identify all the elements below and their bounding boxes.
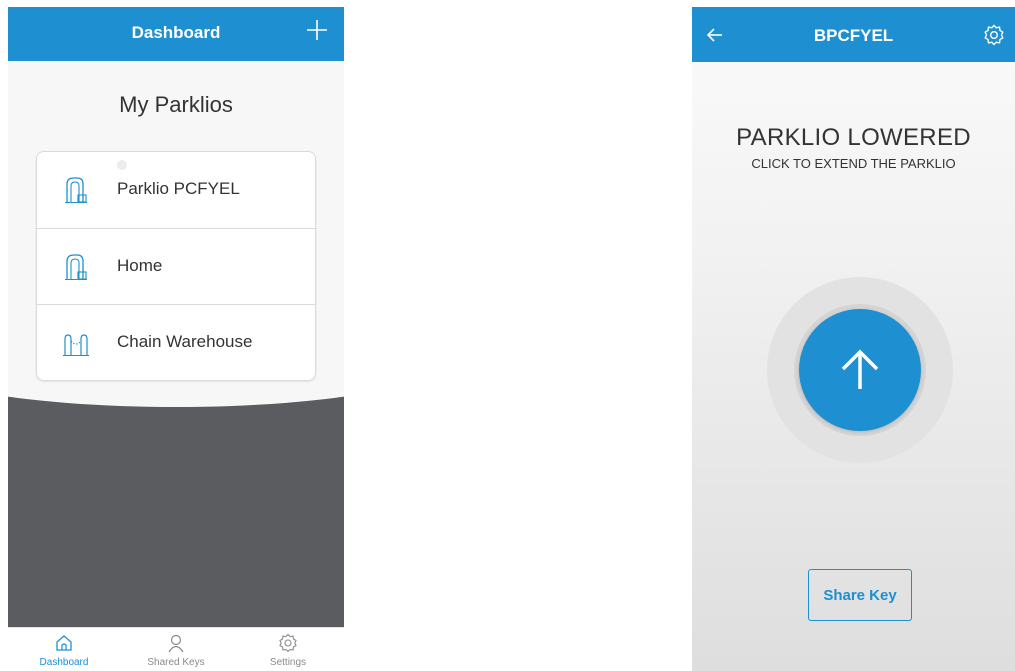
plus-icon[interactable]: [304, 17, 330, 43]
extend-parklio-button[interactable]: [799, 309, 921, 431]
header-title: BPCFYEL: [813, 26, 894, 45]
nav-label: Settings: [269, 657, 307, 668]
status-title: PARKLIO LOWERED: [736, 124, 971, 151]
background-panel: [8, 377, 344, 627]
status-subtitle: CLICK TO EXTEND THE PARKLIO: [751, 156, 956, 171]
device-item-chain-warehouse[interactable]: Chain Warehouse: [37, 304, 315, 380]
device-label: Home: [117, 256, 163, 275]
page-title: My Parklios: [119, 92, 233, 117]
gear-icon[interactable]: [983, 24, 1005, 46]
device-list: Parklio PCFYEL Home Chain Warehouse: [36, 151, 316, 381]
nav-dashboard[interactable]: Dashboard: [8, 628, 120, 671]
app-header: Dashboard: [8, 7, 344, 61]
nav-settings[interactable]: Settings: [232, 628, 344, 671]
bottom-navigation: Dashboard Shared Keys Settings: [8, 627, 344, 671]
dashboard-screen: Dashboard My Parklios Parklio PCFYEL Hom…: [8, 7, 344, 671]
device-item-home[interactable]: Home: [37, 228, 315, 304]
user-icon: [168, 634, 184, 653]
share-key-button[interactable]: Share Key: [808, 569, 912, 621]
home-icon: [56, 635, 72, 651]
device-item-parklio-pcfyel[interactable]: Parklio PCFYEL: [37, 152, 315, 227]
parklio-device-icon: [65, 254, 87, 281]
header-title: Dashboard: [131, 23, 221, 42]
arrow-up-icon: [841, 349, 879, 389]
app-header: BPCFYEL: [692, 7, 1015, 62]
device-label: Parklio PCFYEL: [117, 179, 240, 198]
parklio-device-icon: [65, 177, 87, 204]
nav-label: Shared Keys: [147, 657, 205, 668]
chain-icon: [63, 334, 89, 356]
device-label: Chain Warehouse: [117, 332, 253, 351]
device-control-screen: BPCFYEL PARKLIO LOWERED CLICK TO EXTEND …: [692, 7, 1015, 671]
nav-shared-keys[interactable]: Shared Keys: [120, 628, 232, 671]
status-dot: [117, 160, 127, 170]
nav-label: Dashboard: [39, 657, 89, 668]
gear-icon: [279, 633, 297, 653]
